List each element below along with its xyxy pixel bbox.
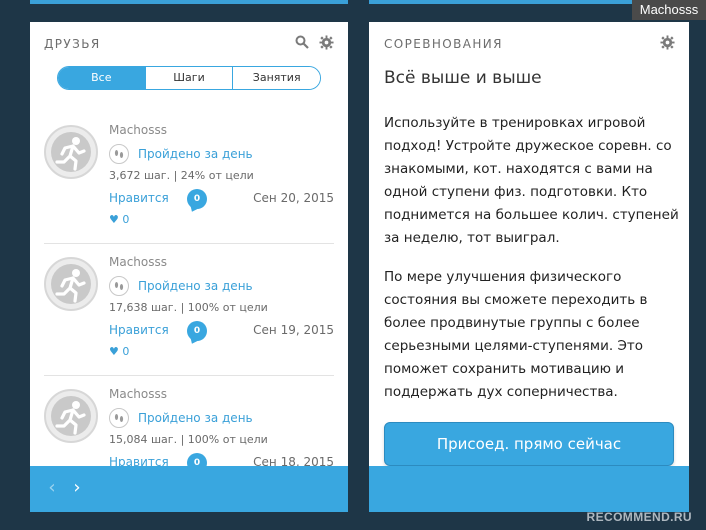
- like-button[interactable]: Нравится: [109, 191, 169, 205]
- competition-description: Используйте в тренировках игровой подход…: [384, 115, 679, 246]
- competition-description-2: По мере улучшения физического состояния …: [384, 269, 648, 400]
- divider: [44, 375, 334, 376]
- friends-filter-tabs: Все Шаги Занятия: [57, 66, 321, 90]
- watermark-bottom: RECOMMEND.RU: [586, 510, 692, 524]
- activity-link[interactable]: Пройдено за день: [138, 279, 253, 293]
- gear-icon[interactable]: [659, 35, 675, 51]
- item-date: Сен 20, 2015: [253, 191, 334, 205]
- tab-activities[interactable]: Занятия: [232, 67, 320, 89]
- competition-heading: Всё выше и выше: [384, 68, 542, 88]
- footsteps-icon: [109, 408, 129, 428]
- tab-steps[interactable]: Шаги: [144, 67, 233, 89]
- prev-arrow-icon[interactable]: ‹: [42, 477, 62, 499]
- heart-icon: ♥: [109, 213, 119, 226]
- user-name[interactable]: Machosss: [109, 255, 167, 269]
- runner-icon: [51, 132, 91, 172]
- footsteps-icon: [109, 276, 129, 296]
- likes-count: ♥ 0: [109, 213, 129, 226]
- likes-count: ♥ 0: [109, 345, 129, 358]
- likes-number: 0: [122, 345, 130, 358]
- item-date: Сен 19, 2015: [253, 323, 334, 337]
- comment-count-badge[interactable]: 0: [187, 189, 207, 209]
- competitions-panel: СОРЕВНОВАНИЯ Всё выше и выше Используйте…: [369, 22, 689, 512]
- friends-panel: ДРУЗЬЯ Все Шаги Занятия Machosss Пройден…: [30, 22, 348, 512]
- search-icon[interactable]: [294, 35, 310, 51]
- friends-title: ДРУЗЬЯ: [44, 37, 101, 51]
- join-now-button[interactable]: Присоед. прямо сейчас: [384, 422, 674, 466]
- user-name[interactable]: Machosss: [109, 387, 167, 401]
- top-accent-strip-left: [30, 0, 348, 4]
- runner-icon: [51, 396, 91, 436]
- divider: [44, 243, 334, 244]
- tab-all[interactable]: Все: [58, 67, 145, 89]
- friends-footer: ‹ ›: [30, 466, 348, 512]
- avatar[interactable]: [44, 389, 98, 443]
- heart-icon: ♥: [109, 345, 119, 358]
- avatar[interactable]: [44, 257, 98, 311]
- comment-count-badge[interactable]: 0: [187, 321, 207, 341]
- like-button[interactable]: Нравится: [109, 323, 169, 337]
- feed-item: Machosss Пройдено за день 3,672 шаг. | 2…: [30, 123, 348, 255]
- gear-icon[interactable]: [318, 35, 334, 51]
- competitions-title: СОРЕВНОВАНИЯ: [384, 37, 503, 51]
- step-stats: 3,672 шаг. | 24% от цели: [109, 169, 254, 182]
- step-stats: 15,084 шаг. | 100% от цели: [109, 433, 268, 446]
- user-name[interactable]: Machosss: [109, 123, 167, 137]
- likes-number: 0: [122, 213, 130, 226]
- next-arrow-icon[interactable]: ›: [67, 477, 87, 499]
- watermark-top: Machosss: [632, 0, 706, 20]
- feed-item: Machosss Пройдено за день 17,638 шаг. | …: [30, 255, 348, 387]
- step-stats: 17,638 шаг. | 100% от цели: [109, 301, 268, 314]
- avatar[interactable]: [44, 125, 98, 179]
- footsteps-icon: [109, 144, 129, 164]
- competitions-footer: [369, 466, 689, 512]
- activity-link[interactable]: Пройдено за день: [138, 147, 253, 161]
- runner-icon: [51, 264, 91, 304]
- activity-link[interactable]: Пройдено за день: [138, 411, 253, 425]
